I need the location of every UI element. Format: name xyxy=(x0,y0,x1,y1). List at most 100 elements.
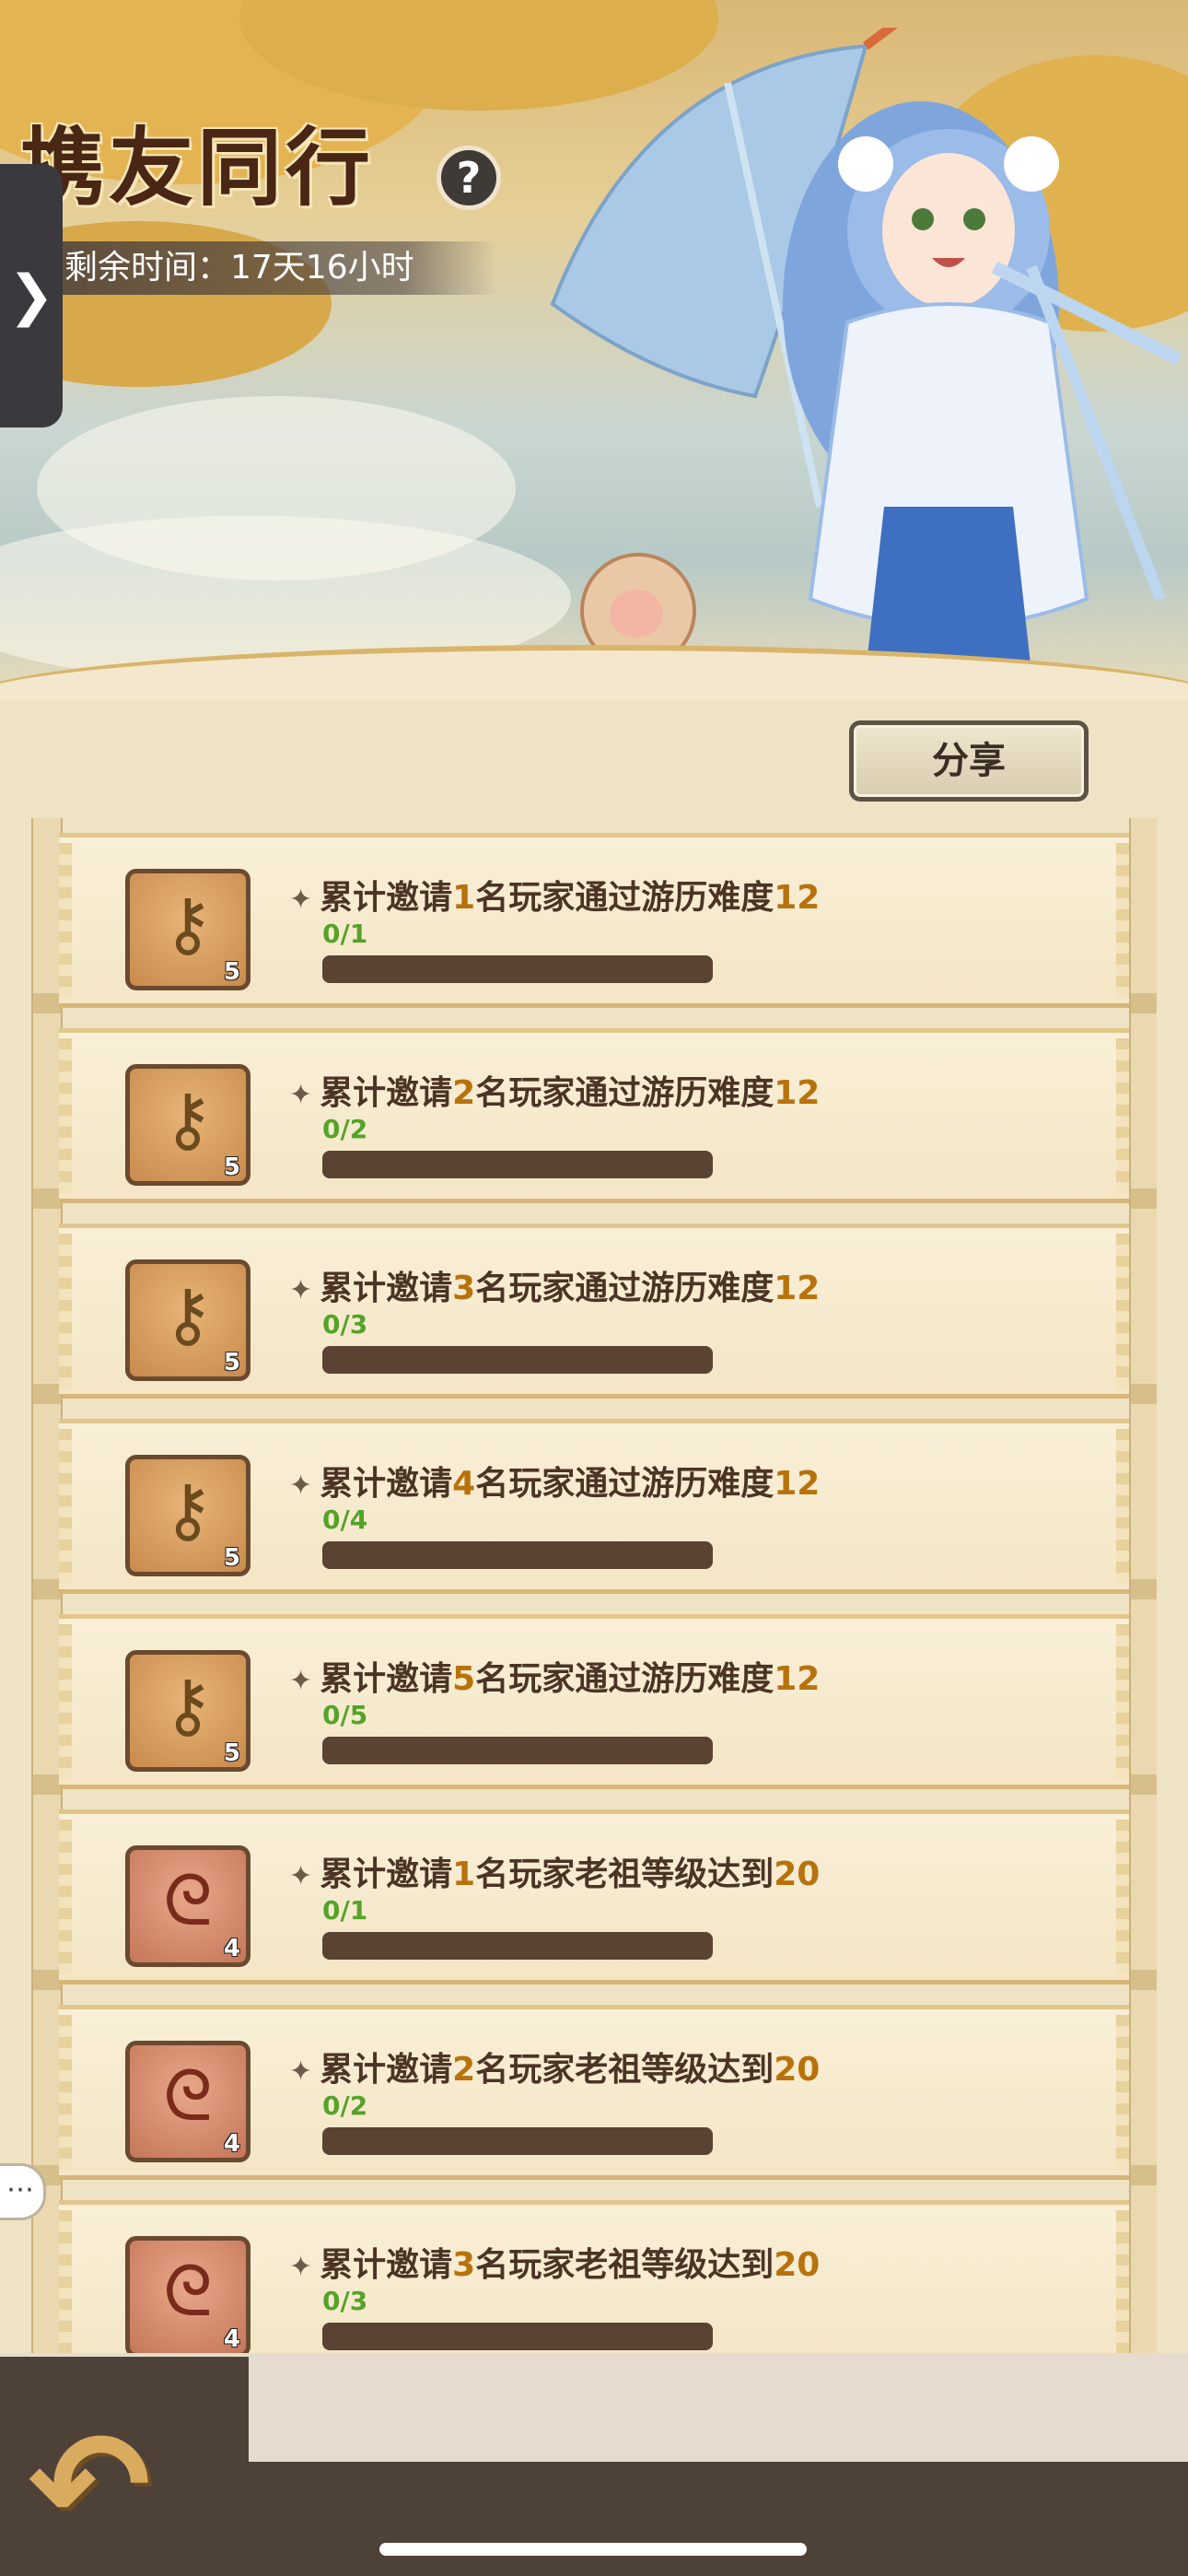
progress-bar xyxy=(322,1541,713,1569)
reward-item[interactable]: ⚷ 5 xyxy=(125,869,250,990)
reward-count: 5 xyxy=(223,1544,240,1572)
event-banner: 携友同行 ? 剩余时间：17天16小时 xyxy=(0,0,1188,700)
help-button[interactable]: ? xyxy=(437,146,501,210)
progress-bar xyxy=(322,2127,713,2155)
task-text-prefix: 累计邀请 xyxy=(320,1270,453,1307)
reward-count: 5 xyxy=(223,958,240,986)
task-description: ✦ 累计邀请1名玩家老祖等级达到20 xyxy=(289,1847,820,1895)
reward-item[interactable]: ⚷ 5 xyxy=(125,1259,250,1381)
task-target-value: 12 xyxy=(774,1660,821,1698)
reward-item[interactable]: ⚷ 5 xyxy=(125,1455,250,1576)
progress-bar xyxy=(322,955,713,983)
key-icon: ⚷ xyxy=(162,1664,214,1746)
task-description: ✦ 累计邀请3名玩家通过游历难度12 xyxy=(289,1261,820,1309)
diamond-bullet-icon: ✦ xyxy=(289,2251,313,2283)
task-row: ᘓ 4 ✦ 累计邀请2名玩家老祖等级达到20 0/2 xyxy=(59,2005,1129,2180)
chat-icon[interactable]: ⋯ xyxy=(0,2163,46,2220)
reward-item[interactable]: ᘓ4 xyxy=(125,2041,250,2162)
reward-count: 4 xyxy=(223,2325,240,2353)
task-target-value: 12 xyxy=(774,1465,821,1503)
diamond-bullet-icon: ✦ xyxy=(289,884,313,916)
task-row: ⚷ 5 ✦ 累计邀请4名玩家通过游历难度12 0/4 xyxy=(59,1419,1129,1594)
diamond-bullet-icon: ✦ xyxy=(289,1274,313,1306)
task-list[interactable]: ⚷ 5 ✦ 累计邀请1名玩家通过游历难度12 0/1 ⚷ 5 ✦ 累计邀请2名玩家通过游历难度1… xyxy=(31,818,1157,2357)
progress-count: 0/3 xyxy=(322,1309,368,1340)
task-text-middle: 名玩家老祖等级达到 xyxy=(475,2246,775,2284)
task-row: ⚷ 5 ✦ 累计邀请2名玩家通过游历难度12 0/2 xyxy=(59,1028,1129,1203)
reward-item[interactable]: ᘓ4 xyxy=(125,1845,250,1967)
scroll-icon: ᘓ xyxy=(163,2250,213,2332)
task-row: ⚷ 5 ✦ 累计邀请3名玩家通过游历难度12 0/3 xyxy=(59,1224,1129,1399)
reward-item[interactable]: ⚷ 5 xyxy=(125,1650,250,1772)
reward-count: 5 xyxy=(223,1153,240,1181)
progress-count: 0/1 xyxy=(322,1895,368,1926)
diamond-bullet-icon: ✦ xyxy=(289,1469,313,1502)
task-invite-count: 3 xyxy=(452,1270,476,1307)
task-description: ✦ 累计邀请3名玩家老祖等级达到20 xyxy=(289,2238,820,2286)
progress-bar xyxy=(322,1932,713,1960)
chevron-right-icon: ❯ xyxy=(7,263,55,328)
progress-count: 0/4 xyxy=(322,1505,368,1535)
home-indicator[interactable] xyxy=(379,2543,807,2556)
task-description: ✦ 累计邀请1名玩家通过游历难度12 xyxy=(289,871,820,919)
progress-bar xyxy=(322,2323,713,2350)
back-arrow-icon: ↶ xyxy=(28,2399,152,2571)
task-text-middle: 名玩家老祖等级达到 xyxy=(475,2051,775,2089)
task-target-value: 12 xyxy=(774,1270,821,1307)
diamond-bullet-icon: ✦ xyxy=(289,1079,313,1111)
task-text-prefix: 累计邀请 xyxy=(320,1465,453,1503)
task-target-value: 20 xyxy=(774,1856,821,1893)
key-icon: ⚷ xyxy=(162,883,214,965)
reward-count: 5 xyxy=(223,1739,240,1767)
task-text-middle: 名玩家通过游历难度 xyxy=(475,1660,775,1698)
diamond-bullet-icon: ✦ xyxy=(289,1665,313,1697)
scroll-icon: ᘓ xyxy=(163,2055,213,2137)
side-expand-tab[interactable]: ❯ xyxy=(0,164,63,427)
progress-bar xyxy=(322,1151,713,1178)
task-row: ⚷ 5 ✦ 累计邀请5名玩家通过游历难度12 0/5 xyxy=(59,1614,1129,1789)
task-text-prefix: 累计邀请 xyxy=(320,1660,453,1698)
task-text-middle: 名玩家通过游历难度 xyxy=(475,879,775,917)
progress-count: 0/5 xyxy=(322,1700,368,1730)
task-description: ✦ 累计邀请5名玩家通过游历难度12 xyxy=(289,1652,820,1700)
reward-item[interactable]: ⚷ 5 xyxy=(125,1064,250,1186)
reward-item[interactable]: ᘓ4 xyxy=(125,2236,250,2357)
task-text-middle: 名玩家通过游历难度 xyxy=(475,1074,775,1112)
progress-count: 0/2 xyxy=(322,1114,368,1144)
task-text-prefix: 累计邀请 xyxy=(320,879,453,917)
back-button[interactable]: ↶ xyxy=(0,2357,249,2576)
progress-count: 0/3 xyxy=(322,2286,368,2316)
task-text-middle: 名玩家老祖等级达到 xyxy=(475,1856,775,1893)
task-row: ᘓ 4 ✦ 累计邀请3名玩家老祖等级达到20 0/3 xyxy=(59,2200,1129,2357)
task-target-value: 12 xyxy=(774,1074,821,1112)
task-invite-count: 1 xyxy=(452,1856,476,1893)
task-invite-count: 2 xyxy=(452,2051,476,2089)
progress-bar xyxy=(322,1346,713,1374)
scroll-rail-right xyxy=(1129,818,1157,2357)
task-text-prefix: 累计邀请 xyxy=(320,1074,453,1112)
task-row: ᘓ 4 ✦ 累计邀请1名玩家老祖等级达到20 0/1 xyxy=(59,1809,1129,1985)
task-target-value: 12 xyxy=(774,879,821,917)
diamond-bullet-icon: ✦ xyxy=(289,1860,313,1892)
key-icon: ⚷ xyxy=(162,1273,214,1355)
task-invite-count: 1 xyxy=(452,879,476,917)
task-invite-count: 5 xyxy=(452,1660,476,1698)
task-description: ✦ 累计邀请2名玩家老祖等级达到20 xyxy=(289,2043,820,2090)
share-button[interactable]: 分享 xyxy=(849,720,1089,802)
task-invite-count: 4 xyxy=(452,1465,476,1503)
reward-count: 4 xyxy=(223,1935,240,1962)
scroll-rail-left xyxy=(31,818,63,2357)
progress-count: 0/2 xyxy=(322,2090,368,2121)
task-text-middle: 名玩家通过游历难度 xyxy=(475,1270,775,1307)
task-text-prefix: 累计邀请 xyxy=(320,1856,453,1893)
diamond-bullet-icon: ✦ xyxy=(289,2055,313,2088)
progress-count: 0/1 xyxy=(322,919,368,949)
task-text-middle: 名玩家通过游历难度 xyxy=(475,1465,775,1503)
key-icon: ⚷ xyxy=(162,1469,214,1551)
event-title: 携友同行 xyxy=(20,118,375,217)
task-text-prefix: 累计邀请 xyxy=(320,2051,453,2089)
time-remaining: 剩余时间：17天16小时 xyxy=(37,241,497,295)
task-invite-count: 3 xyxy=(452,2246,476,2284)
reward-count: 5 xyxy=(223,1349,240,1376)
reward-count: 4 xyxy=(223,2130,240,2158)
